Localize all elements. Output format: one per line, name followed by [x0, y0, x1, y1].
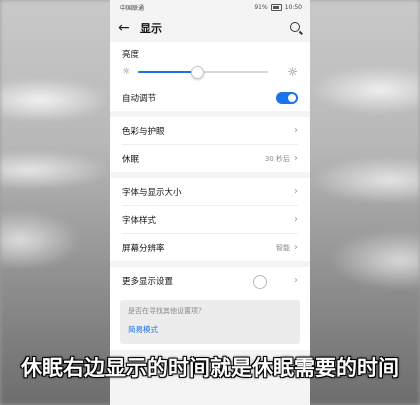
menu-item-label: 屏幕分辨率: [122, 243, 165, 254]
search-icon[interactable]: [290, 22, 300, 32]
brightness-title: 亮度: [122, 50, 140, 60]
brightness-slider-knob[interactable]: [190, 66, 204, 79]
menu-item-sleep[interactable]: 休眠 30 秒后 ›: [110, 145, 310, 172]
hint-question: 是否在寻找其他设置项？: [128, 307, 205, 315]
brightness-slider[interactable]: [138, 66, 269, 79]
touch-indicator: [253, 275, 267, 289]
hint-box: 是否在寻找其他设置项？ 简易模式: [120, 300, 300, 344]
menu-item-font-size[interactable]: 字体与显示大小 ›: [110, 178, 310, 205]
page-title: 显示: [140, 22, 162, 35]
menu-item-label: 休眠: [122, 154, 140, 165]
settings-group-3: 更多显示设置 › 是否在寻找其他设置项？ 简易模式: [110, 267, 310, 350]
resolution-value: 智能: [276, 243, 290, 252]
chevron-right-icon: ›: [294, 125, 298, 136]
carrier-label: 中国联通: [120, 4, 145, 12]
phone-screen: 中国联通 91% 10:50 ← 显示 亮度 ☼ ☼ 自动调节 色彩与护眼 › …: [110, 0, 310, 405]
menu-item-label: 色彩与护眼: [122, 126, 165, 137]
sun-large-icon: ☼: [287, 65, 298, 79]
menu-item-more-display[interactable]: 更多显示设置 ›: [110, 267, 310, 294]
menu-item-label: 字体与显示大小: [122, 187, 182, 198]
chevron-right-icon: ›: [294, 153, 298, 164]
chevron-right-icon: ›: [294, 214, 298, 225]
menu-item-font-style[interactable]: 字体样式 ›: [110, 206, 310, 233]
settings-group-2: 字体与显示大小 › 字体样式 › 屏幕分辨率 智能 ›: [110, 178, 310, 261]
chevron-right-icon: ›: [294, 186, 298, 197]
sun-small-icon: ☼: [122, 67, 131, 77]
brightness-slider-fill: [138, 71, 197, 73]
chevron-right-icon: ›: [294, 242, 298, 253]
menu-item-label: 字体样式: [122, 215, 157, 226]
status-bar: 中国联通 91% 10:50: [110, 0, 310, 14]
video-caption: 休眠右边显示的时间就是休眠需要的时间: [21, 356, 399, 380]
menu-item-label: 更多显示设置: [122, 276, 174, 287]
auto-brightness-row[interactable]: 自动调节: [110, 84, 310, 111]
chevron-right-icon: ›: [294, 275, 298, 286]
clock: 10:50: [284, 3, 302, 11]
app-bar: ← 显示: [110, 14, 310, 42]
sleep-value: 30 秒后: [264, 154, 290, 163]
brightness-slider-row: ☼ ☼: [110, 60, 310, 84]
menu-item-color-eye[interactable]: 色彩与护眼 ›: [110, 117, 310, 144]
auto-brightness-toggle[interactable]: [276, 91, 298, 104]
simple-mode-link[interactable]: 简易模式: [128, 324, 292, 335]
brightness-card: 亮度 ☼ ☼ 自动调节: [110, 42, 310, 111]
auto-brightness-label: 自动调节: [122, 93, 157, 104]
battery-icon: [270, 3, 282, 11]
settings-group-1: 色彩与护眼 › 休眠 30 秒后 ›: [110, 117, 310, 172]
back-arrow-icon[interactable]: ←: [118, 20, 136, 36]
menu-item-resolution[interactable]: 屏幕分辨率 智能 ›: [110, 234, 310, 261]
battery-percent: 91%: [254, 3, 268, 11]
